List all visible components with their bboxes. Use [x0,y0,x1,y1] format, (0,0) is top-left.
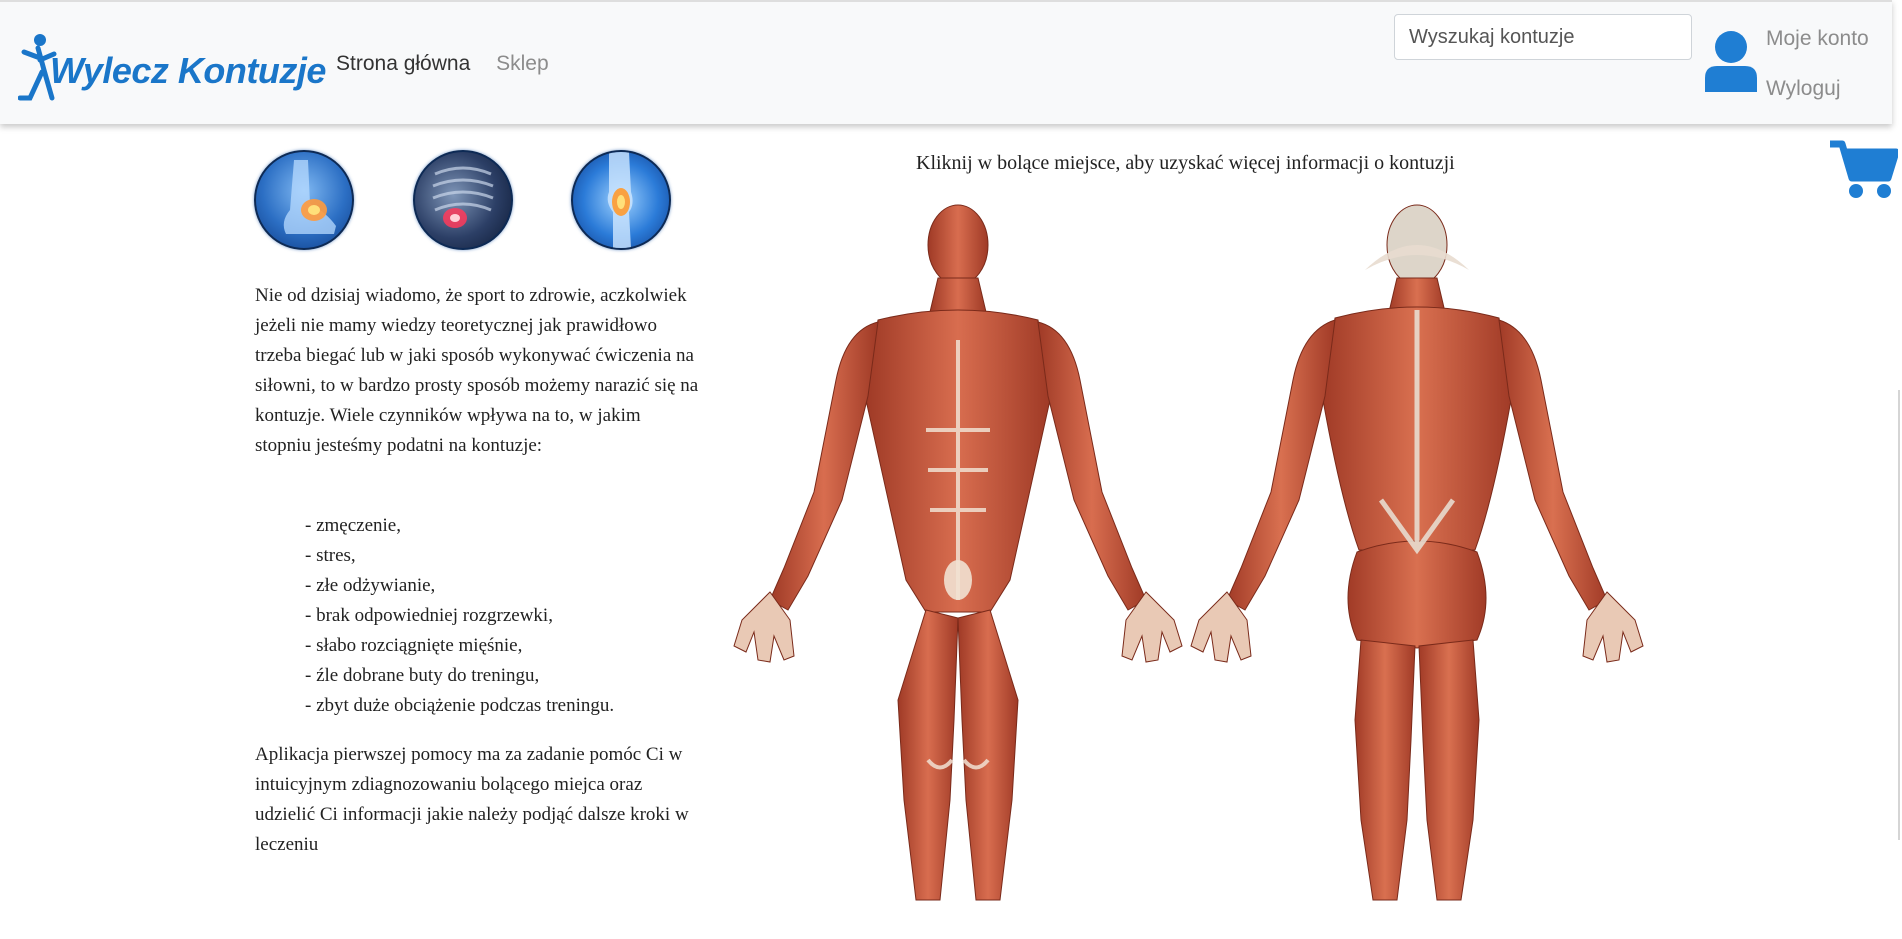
list-item: - źle dobrane buty do treningu, [305,665,540,686]
shopping-cart-icon[interactable] [1828,138,1898,200]
scrollbar-thumb[interactable] [1898,390,1900,840]
body-front-figure[interactable] [728,200,1188,939]
rib-injury-icon[interactable] [413,150,513,250]
list-item: - złe odżywianie, [305,575,436,596]
body-back-figure[interactable] [1185,200,1645,939]
nav-shop-link[interactable]: Sklep [496,52,549,75]
nav-home-link[interactable]: Strona główna [336,52,470,75]
list-item: - zmęczenie, [305,515,401,536]
my-account-link[interactable]: Moje konto [1766,27,1869,51]
logo[interactable]: Wylecz Kontuzje [18,32,326,102]
logout-link[interactable]: Wyloguj [1766,77,1841,101]
list-item: - stres, [305,545,356,566]
list-item: - zbyt duże obciążenie podczas treningu. [305,695,615,716]
injury-factors-list: - zmęczenie, - stres, - złe odżywianie, … [305,511,614,721]
ankle-injury-icon[interactable] [254,150,354,250]
user-icon[interactable] [1703,30,1759,92]
search-input[interactable] [1394,14,1692,60]
intro-paragraph: Nie od dzisiaj wiadomo, że sport to zdro… [255,285,699,456]
list-item: - słabo rozciągnięte mięśnie, [305,635,523,656]
list-item: - brak odpowiedniej rozgrzewki, [305,605,553,626]
logo-text: Wylecz Kontuzje [50,50,326,91]
main-nav: Strona główna Sklep [336,52,569,76]
knee-injury-icon[interactable] [571,150,671,250]
navbar: Wylecz Kontuzje Strona główna Sklep Moje… [0,0,1892,124]
outro-paragraph: Aplikacja pierwszej pomocy ma za zadanie… [255,744,689,855]
body-map-caption: Kliknij w bolące miejsce, aby uzyskać wi… [916,152,1455,174]
